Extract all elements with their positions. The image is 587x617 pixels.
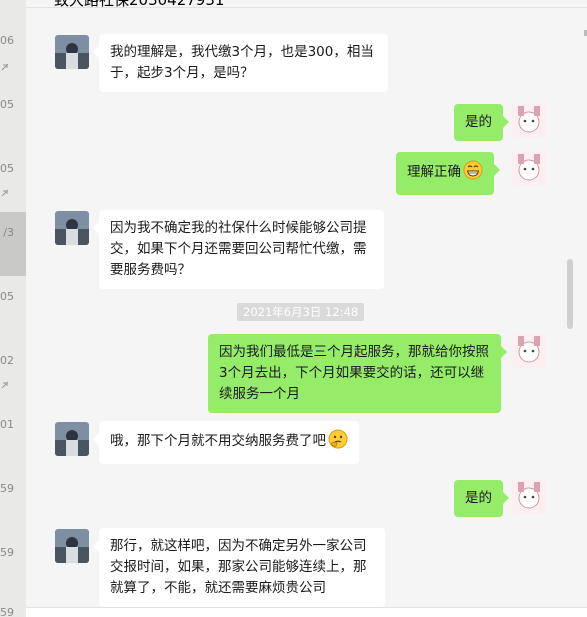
message-bubble-incoming[interactable]: 那行，就这样吧，因为不确定另外一家公司交报时间，如果，那家公司能够连续上，那就算… bbox=[93, 528, 385, 607]
conversation-time: 01 bbox=[0, 418, 14, 431]
contact-avatar[interactable] bbox=[55, 529, 89, 563]
message-bubble-incoming[interactable]: 因为我不确定我的社保什么时候能够公司提交，如果下个月还需要回公司帮忙代缴，需要服… bbox=[93, 210, 384, 289]
conversation-time: 02 bbox=[0, 354, 14, 367]
my-avatar[interactable] bbox=[512, 152, 546, 186]
conversation-list-strip[interactable]: 06 05 05 /3 05 02 01 59 59 59 bbox=[0, 0, 26, 617]
message-text: 我的理解是，我代缴3个月，也是300，相当于，起步3个月，是吗？ bbox=[110, 44, 374, 81]
contact-avatar[interactable] bbox=[55, 422, 89, 456]
message-text: 是的 bbox=[465, 114, 492, 130]
conversation-time: 05 bbox=[0, 290, 14, 303]
message-timestamp: 2021年6月3日 12:48 bbox=[237, 303, 365, 321]
message-bubble-outgoing[interactable]: 理解正确 bbox=[396, 152, 500, 195]
message-text: 理解正确 bbox=[407, 164, 461, 180]
mute-icon bbox=[1, 63, 9, 71]
conversation-time: /3 bbox=[3, 226, 14, 239]
message-bubble-outgoing[interactable]: 是的 bbox=[454, 480, 509, 517]
conversation-time: 59 bbox=[0, 482, 14, 495]
conversation-time: 59 bbox=[0, 546, 14, 559]
input-toolbar[interactable] bbox=[26, 607, 587, 617]
message-text: 因为我不确定我的社保什么时候能够公司提交，如果下个月还需要回公司帮忙代缴，需要服… bbox=[110, 220, 367, 278]
message-text: 因为我们最低是三个月起服务，那就给你按照3个月去出，下个月如果要交的话，还可以继… bbox=[219, 344, 489, 402]
chat-scrollbar[interactable] bbox=[567, 259, 573, 329]
selected-conversation-highlight[interactable] bbox=[0, 212, 26, 276]
message-area[interactable]: 我的理解是，我代缴3个月，也是300，相当于，起步3个月，是吗？ 是的 理解正确… bbox=[26, 9, 587, 617]
grin-emoji-icon bbox=[463, 160, 483, 187]
message-bubble-incoming[interactable]: 我的理解是，我代缴3个月，也是300，相当于，起步3个月，是吗？ bbox=[93, 34, 388, 92]
message-text: 那行，就这样吧，因为不确定另外一家公司交报时间，如果，那家公司能够连续上，那就算… bbox=[110, 538, 367, 596]
mute-icon bbox=[1, 189, 9, 197]
chat-title: 致大路社保2030427931 bbox=[54, 0, 224, 7]
contact-avatar[interactable] bbox=[55, 211, 89, 245]
message-text: 哦，那下个月就不用交纳服务费了吧 bbox=[110, 433, 326, 449]
conversation-time: 06 bbox=[0, 34, 14, 47]
message-text: 是的 bbox=[465, 490, 492, 506]
contact-avatar[interactable] bbox=[55, 35, 89, 69]
thinking-emoji-icon bbox=[328, 429, 348, 456]
chat-header: 致大路社保2030427931 bbox=[26, 0, 587, 8]
message-bubble-outgoing[interactable]: 因为我们最低是三个月起服务，那就给你按照3个月去出，下个月如果要交的话，还可以继… bbox=[208, 334, 507, 413]
my-avatar[interactable] bbox=[512, 104, 546, 138]
mute-icon bbox=[1, 381, 9, 389]
my-avatar[interactable] bbox=[512, 480, 546, 514]
message-bubble-outgoing[interactable]: 是的 bbox=[454, 104, 509, 141]
conversation-time: 59 bbox=[0, 606, 14, 617]
conversation-time: 05 bbox=[0, 98, 14, 111]
conversation-time: 05 bbox=[0, 162, 14, 175]
my-avatar[interactable] bbox=[512, 334, 546, 368]
message-bubble-incoming[interactable]: 哦，那下个月就不用交纳服务费了吧 bbox=[93, 421, 359, 464]
